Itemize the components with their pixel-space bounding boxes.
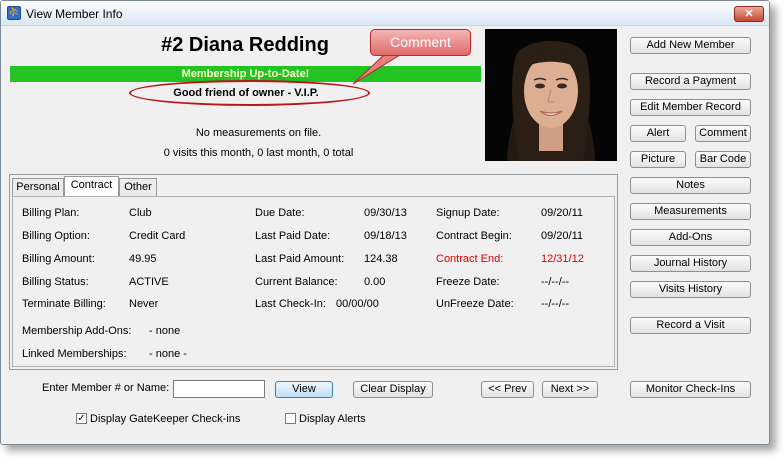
callout-pointer <box>352 52 405 85</box>
app-icon: ⛹ <box>7 6 21 20</box>
terminate-billing-label: Terminate Billing: <box>22 298 106 310</box>
enter-member-label: Enter Member # or Name: <box>42 382 170 394</box>
display-alerts-checkbox[interactable] <box>285 413 296 424</box>
measurements-status: No measurements on file. <box>195 127 322 139</box>
last-paid-amount-value: 124.38 <box>364 253 398 265</box>
billing-plan-value: Club <box>129 207 152 219</box>
measurements-button[interactable]: Measurements <box>630 203 751 220</box>
membership-addons-label: Membership Add-Ons: <box>22 325 132 337</box>
membership-addons-value: - none <box>149 325 181 337</box>
signup-date-value: 09/20/11 <box>541 207 584 219</box>
contract-begin-value: 09/20/11 <box>541 230 584 242</box>
billing-status-label: Billing Status: <box>22 276 89 288</box>
view-button[interactable]: View <box>275 381 333 398</box>
edit-member-record-button[interactable]: Edit Member Record <box>630 99 751 116</box>
billing-amount-label: Billing Amount: <box>22 253 95 265</box>
journal-history-button[interactable]: Journal History <box>630 255 751 272</box>
due-date-value: 09/30/13 <box>364 207 407 219</box>
add-ons-button[interactable]: Add-Ons <box>630 229 751 246</box>
bar-code-button[interactable]: Bar Code <box>695 151 751 168</box>
last-checkin-label: Last Check-In: <box>255 298 326 310</box>
monitor-checkins-button[interactable]: Monitor Check-Ins <box>630 381 751 398</box>
next-button[interactable]: Next >> <box>542 381 598 398</box>
tab-other[interactable]: Other <box>119 178 157 196</box>
prev-button[interactable]: << Prev <box>481 381 534 398</box>
billing-status-value: ACTIVE <box>129 276 169 288</box>
linked-memberships-value: - none - <box>149 348 187 360</box>
display-alerts-label: Display Alerts <box>299 413 366 425</box>
member-search-input[interactable] <box>173 380 265 398</box>
billing-option-value: Credit Card <box>129 230 186 242</box>
tab-personal[interactable]: Personal <box>12 178 64 196</box>
member-info-window: ⛹ View Member Info ✕ #2 Diana Redding Me… <box>0 0 770 445</box>
comment-button[interactable]: Comment <box>695 125 751 142</box>
billing-option-label: Billing Option: <box>22 230 90 242</box>
unfreeze-date-label: UnFreeze Date: <box>436 298 514 310</box>
last-paid-date-value: 09/18/13 <box>364 230 407 242</box>
member-photo[interactable] <box>485 29 617 161</box>
visits-history-button[interactable]: Visits History <box>630 281 751 298</box>
comment-callout: Comment <box>370 29 471 56</box>
gatekeeper-checkbox-label: Display GateKeeper Check-ins <box>90 413 241 425</box>
notes-button[interactable]: Notes <box>630 177 751 194</box>
record-visit-button[interactable]: Record a Visit <box>630 317 751 334</box>
current-balance-value: 0.00 <box>364 276 386 288</box>
due-date-label: Due Date: <box>255 207 305 219</box>
contract-end-label: Contract End: <box>436 253 504 265</box>
alert-button[interactable]: Alert <box>630 125 686 142</box>
add-new-member-button[interactable]: Add New Member <box>630 37 751 54</box>
last-paid-amount-label: Last Paid Amount: <box>255 253 345 265</box>
unfreeze-date-value: --/--/-- <box>541 298 570 310</box>
last-paid-date-label: Last Paid Date: <box>255 230 331 242</box>
current-balance-label: Current Balance: <box>255 276 338 288</box>
visits-summary: 0 visits this month, 0 last month, 0 tot… <box>163 147 354 159</box>
highlight-oval <box>129 80 370 106</box>
freeze-date-label: Freeze Date: <box>436 276 500 288</box>
last-checkin-value: 00/00/00 <box>336 298 379 310</box>
gatekeeper-checkbox[interactable]: ✓ <box>76 413 87 424</box>
title-bar[interactable]: ⛹ View Member Info ✕ <box>1 1 769 26</box>
window-title: View Member Info <box>26 7 123 21</box>
clear-display-button[interactable]: Clear Display <box>353 381 433 398</box>
freeze-date-value: --/--/-- <box>541 276 570 288</box>
contract-begin-label: Contract Begin: <box>436 230 512 242</box>
picture-button[interactable]: Picture <box>630 151 686 168</box>
billing-plan-label: Billing Plan: <box>22 207 80 219</box>
contract-end-value: 12/31/12 <box>541 253 584 265</box>
billing-amount-value: 49.95 <box>129 253 157 265</box>
linked-memberships-label: Linked Memberships: <box>22 348 127 360</box>
tab-contract[interactable]: Contract <box>64 176 119 197</box>
signup-date-label: Signup Date: <box>436 207 500 219</box>
close-button[interactable]: ✕ <box>734 6 764 22</box>
record-payment-button[interactable]: Record a Payment <box>630 73 751 90</box>
terminate-billing-value: Never <box>129 298 159 310</box>
member-photo-image <box>485 29 617 161</box>
